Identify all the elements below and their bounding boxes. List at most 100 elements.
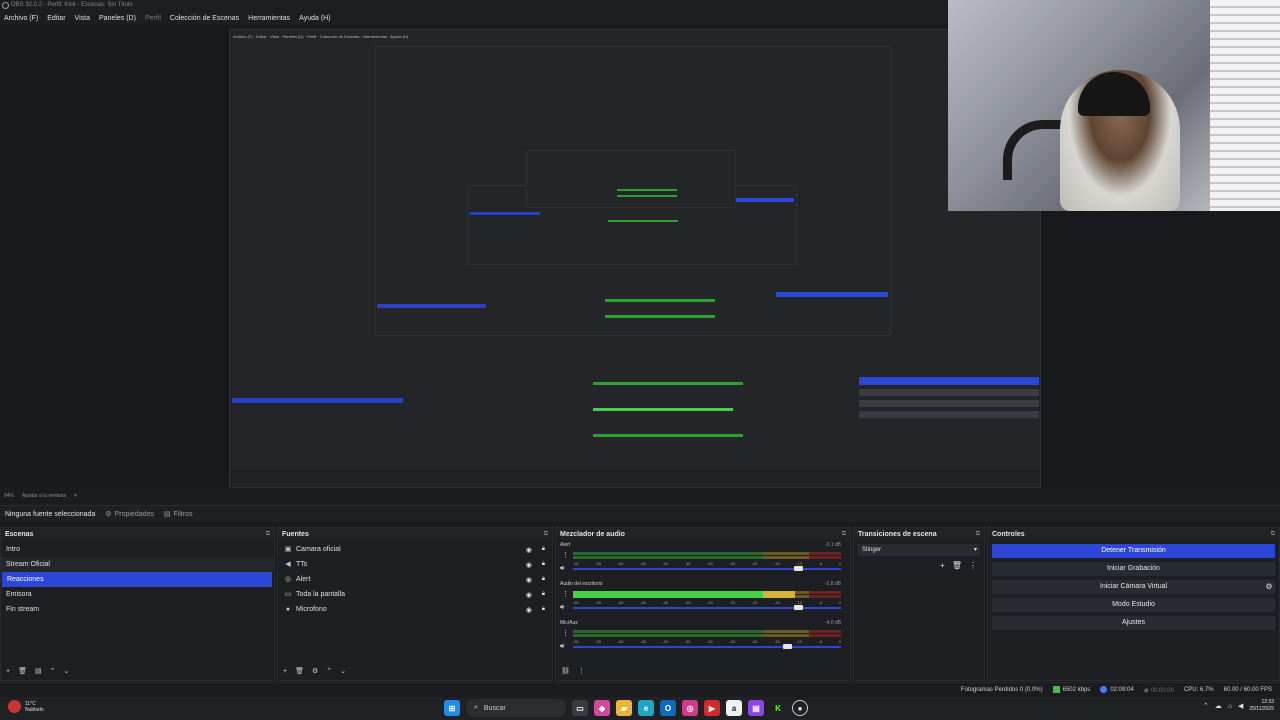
filters-button[interactable]: ▤ Filtros (164, 510, 193, 519)
menu-ayuda[interactable]: Ayuda (H) (299, 15, 330, 22)
chevron-up-icon[interactable]: ⌃ (1203, 702, 1209, 710)
scene-item[interactable]: Fin stream (1, 602, 274, 617)
nested-stop-button (776, 292, 888, 297)
arrow-up-icon[interactable]: ⌃ (50, 667, 56, 675)
weather-widget[interactable]: 11°C Nublado (8, 700, 44, 713)
slider-handle[interactable] (783, 644, 793, 649)
menu-editar[interactable]: Editar (47, 15, 65, 22)
more-icon[interactable]: ⋮ (578, 667, 585, 675)
channel-db: -3.1 dB (824, 542, 841, 548)
eye-icon[interactable]: ◉ (526, 606, 532, 614)
twitch-icon[interactable]: ▤ (748, 700, 764, 716)
gear-icon[interactable]: ⚙ (1262, 580, 1276, 594)
obs-icon[interactable]: ● (792, 700, 808, 716)
scene-item-selected[interactable]: Reacciones (2, 572, 272, 587)
copilot-icon[interactable]: ◆ (594, 700, 610, 716)
speaker-icon[interactable]: 🔊︎ (560, 565, 564, 573)
eye-icon[interactable]: ◉ (526, 591, 532, 599)
arrow-down-icon[interactable]: ⌄ (63, 667, 69, 675)
stop-streaming-button[interactable]: Detener Transmisión (992, 544, 1275, 558)
undock-icon[interactable]: ⧉ (1271, 531, 1275, 538)
eye-icon[interactable]: ◉ (526, 561, 532, 569)
more-icon[interactable]: ⋮ (562, 551, 569, 559)
source-item[interactable]: ▭ Toda la pantalla ◉ 🔒︎ (278, 587, 552, 602)
edge-icon[interactable]: e (638, 700, 654, 716)
speaker-icon[interactable]: 🔊︎ (560, 643, 564, 651)
windows-start-icon[interactable]: ⊞ (444, 700, 460, 716)
source-item[interactable]: ▣ Camara oficial ◉ 🔒︎ (278, 542, 552, 557)
lock-icon[interactable]: 🔒︎ (542, 561, 545, 568)
chevron-down-icon[interactable]: ▾ (74, 493, 77, 499)
kick-icon[interactable]: K (770, 700, 786, 716)
task-view-icon[interactable]: ▭ (572, 700, 588, 716)
cloud-icon[interactable]: ☁ (1215, 702, 1222, 710)
controls-dock: Controles ⧉ Detener Transmisión Iniciar … (987, 527, 1280, 681)
zoom-level[interactable]: 84% (4, 493, 14, 499)
filter-icon[interactable]: ▤ (35, 667, 42, 675)
start-recording-button[interactable]: Iniciar Grabación (992, 562, 1275, 576)
amazon-icon[interactable]: a (726, 700, 742, 716)
menu-perfil[interactable]: Perfil (145, 15, 161, 22)
source-item[interactable]: ◀ TTs ◉ 🔒︎ (278, 557, 552, 572)
source-item[interactable]: ◎ Alert ◉ 🔒︎ (278, 572, 552, 587)
eye-icon[interactable]: ◉ (526, 576, 532, 584)
slider-handle[interactable] (794, 566, 804, 571)
more-icon[interactable]: ⋮ (969, 561, 977, 570)
preview-canvas[interactable]: Archivo (F) · Editar · Vista · Paneles (… (0, 0, 1280, 488)
volume-slider[interactable] (573, 605, 841, 610)
more-icon[interactable]: ⋮ (562, 629, 569, 637)
scene-item[interactable]: Intro (1, 542, 274, 557)
nested-taskbar (230, 471, 1040, 487)
trash-icon[interactable]: 🗑 (18, 667, 27, 675)
add-icon[interactable]: + (6, 668, 10, 675)
add-icon[interactable]: + (283, 668, 287, 675)
lock-icon[interactable]: 🔒︎ (542, 606, 545, 613)
volume-slider[interactable] (573, 566, 841, 571)
file-explorer-icon[interactable]: ▰ (616, 700, 632, 716)
slider-handle[interactable] (794, 605, 804, 610)
meter-tick: -55 (595, 561, 602, 566)
studio-mode-button[interactable]: Modo Estudio (992, 598, 1275, 612)
transition-select[interactable]: Stinger ▾ (858, 544, 980, 556)
menu-coleccion-escenas[interactable]: Colección de Escenas (170, 15, 239, 22)
speaker-icon[interactable]: 🔊︎ (560, 604, 564, 612)
system-clock[interactable]: 12:33 25/11/2025 (1249, 699, 1274, 713)
fit-window-button[interactable]: Ajustar a la ventana (22, 493, 66, 499)
trash-icon[interactable]: 🗑 (952, 561, 962, 570)
dropped-frames: Fotogramas Perdidos 0 (0.0%) (960, 687, 1043, 693)
properties-button[interactable]: ⚙ Propiedades (105, 510, 154, 519)
lock-icon[interactable]: 🔒︎ (542, 591, 545, 598)
instagram-icon[interactable]: ◎ (682, 700, 698, 716)
lock-icon[interactable]: 🔒︎ (542, 576, 545, 583)
menu-vista[interactable]: Vista (75, 15, 90, 22)
lock-icon[interactable]: 🔒︎ (542, 546, 545, 553)
meter-tick: 0 (838, 639, 841, 644)
undock-icon[interactable]: ⧉ (544, 531, 548, 538)
youtube-icon[interactable]: ▶ (704, 700, 720, 716)
undock-icon[interactable]: ⧉ (266, 531, 270, 538)
trash-icon[interactable]: 🗑 (295, 667, 304, 675)
volume-slider[interactable] (573, 644, 841, 649)
scene-item[interactable]: Stream Oficial (1, 557, 274, 572)
link-icon[interactable]: ⛓ (561, 667, 570, 675)
undock-icon[interactable]: ⧉ (976, 531, 980, 538)
gear-icon[interactable]: ⚙ (312, 667, 318, 675)
settings-button[interactable]: Ajustes (992, 616, 1275, 630)
start-virtual-camera-button[interactable]: Iniciar Cámara Virtual (1100, 583, 1167, 590)
taskbar-search[interactable]: ⌕ Buscar (466, 699, 566, 717)
add-icon[interactable]: + (940, 561, 945, 570)
menu-paneles[interactable]: Paneles (D) (99, 15, 136, 22)
network-icon[interactable]: ⌂ (1228, 703, 1232, 710)
scene-item[interactable]: Emisora (1, 587, 274, 602)
menu-herramientas[interactable]: Herramientas (248, 15, 290, 22)
outlook-icon[interactable]: O (660, 700, 676, 716)
meter-tick: -20 (751, 600, 758, 605)
arrow-up-icon[interactable]: ⌃ (326, 667, 332, 675)
volume-icon[interactable]: ◀ (1238, 702, 1243, 710)
more-icon[interactable]: ⋮ (562, 590, 569, 598)
eye-icon[interactable]: ◉ (526, 546, 532, 554)
arrow-down-icon[interactable]: ⌄ (340, 667, 346, 675)
source-item[interactable]: ● Microfono ◉ 🔒︎ (278, 602, 552, 617)
undock-icon[interactable]: ⧉ (842, 531, 846, 538)
menu-archivo[interactable]: Archivo (F) (4, 15, 38, 22)
